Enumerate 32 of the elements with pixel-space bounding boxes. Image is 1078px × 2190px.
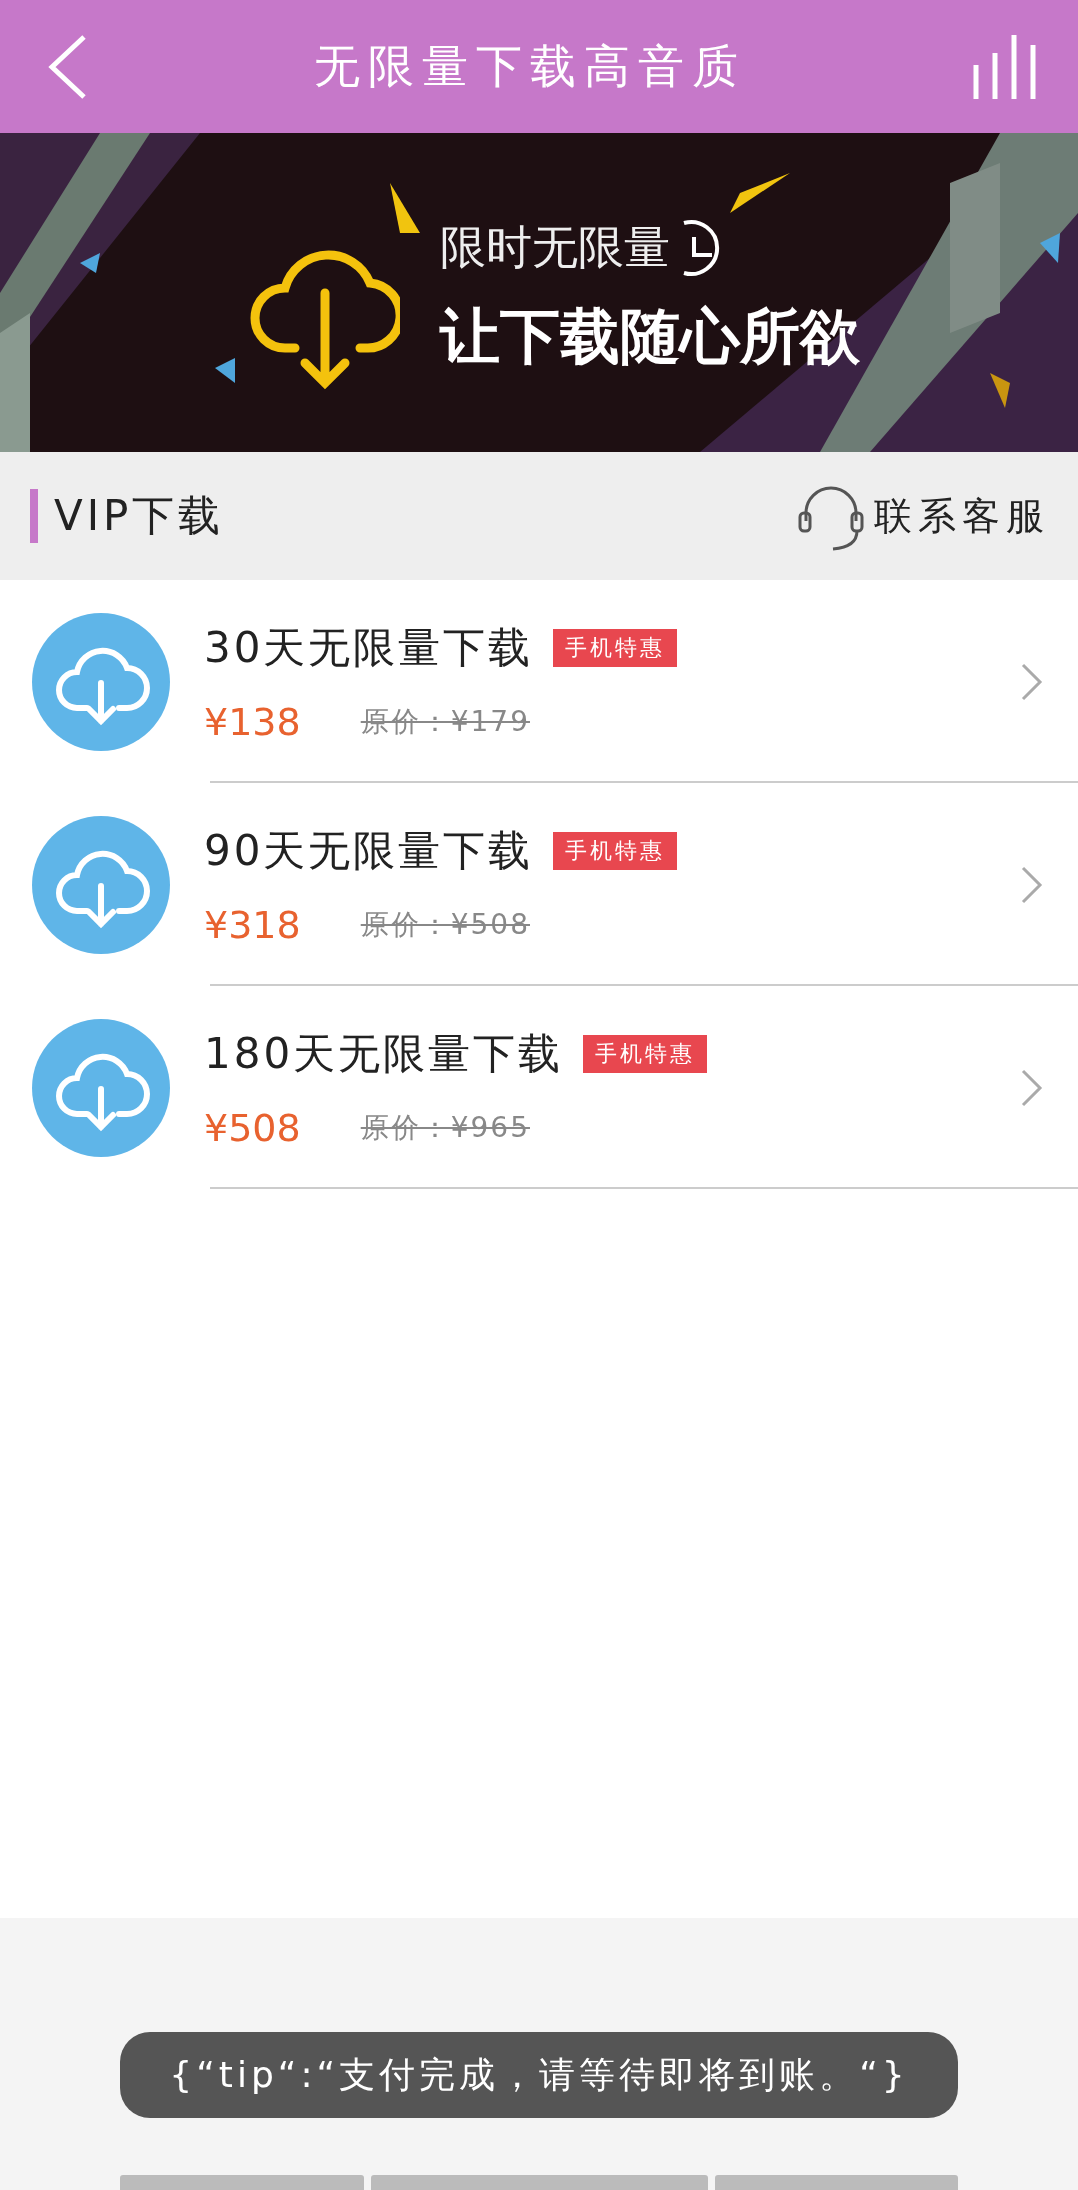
promo-tag: 手机特惠 bbox=[553, 628, 678, 667]
plan-row[interactable]: 90天无限量下载 手机特惠 ¥318 原价：¥508 bbox=[0, 783, 1078, 986]
chevron-icon[interactable] bbox=[1020, 1067, 1044, 1108]
original-price: 原价：¥965 bbox=[360, 1109, 530, 1146]
equalizer-button[interactable] bbox=[972, 34, 1038, 99]
page-title: 无限量下载高音质 bbox=[314, 37, 746, 95]
section-title: VIP下载 bbox=[54, 490, 225, 542]
plan-price: ¥508 bbox=[204, 1105, 301, 1150]
equalizer-icon bbox=[972, 34, 1038, 99]
cloud-download-icon bbox=[32, 815, 170, 954]
customer-service-button[interactable]: 联系客服 bbox=[796, 481, 1050, 551]
plan-name: 180天无限量下载 bbox=[204, 1027, 564, 1080]
back-button[interactable] bbox=[48, 33, 88, 100]
cloud-download-icon bbox=[32, 1018, 170, 1157]
plan-name: 90天无限量下载 bbox=[204, 824, 534, 877]
plan-price: ¥318 bbox=[204, 902, 301, 947]
plan-price: ¥138 bbox=[204, 699, 301, 744]
original-price: 原价：¥508 bbox=[360, 906, 530, 943]
cloud-download-icon bbox=[32, 612, 170, 751]
chevron-icon[interactable] bbox=[1020, 661, 1044, 702]
original-price: 原价：¥179 bbox=[360, 703, 530, 740]
banner-headline: 限时无限量 bbox=[440, 219, 670, 276]
promo-tag: 手机特惠 bbox=[583, 1034, 708, 1073]
plan-name: 30天无限量下载 bbox=[204, 621, 534, 674]
chevron-icon[interactable] bbox=[1020, 864, 1044, 905]
toast-message: {“tip“:“支付完成，请等待即将到账。“} bbox=[120, 2032, 958, 2118]
accent-bar bbox=[30, 489, 38, 543]
plan-row[interactable]: 30天无限量下载 手机特惠 ¥138 原价：¥179 bbox=[0, 580, 1078, 783]
promo-tag: 手机特惠 bbox=[553, 831, 678, 870]
plan-row[interactable]: 180天无限量下载 手机特惠 ¥508 原价：¥965 bbox=[0, 986, 1078, 1189]
banner-subline: 让下载随心所欲 bbox=[440, 300, 860, 373]
back-icon bbox=[48, 33, 88, 100]
